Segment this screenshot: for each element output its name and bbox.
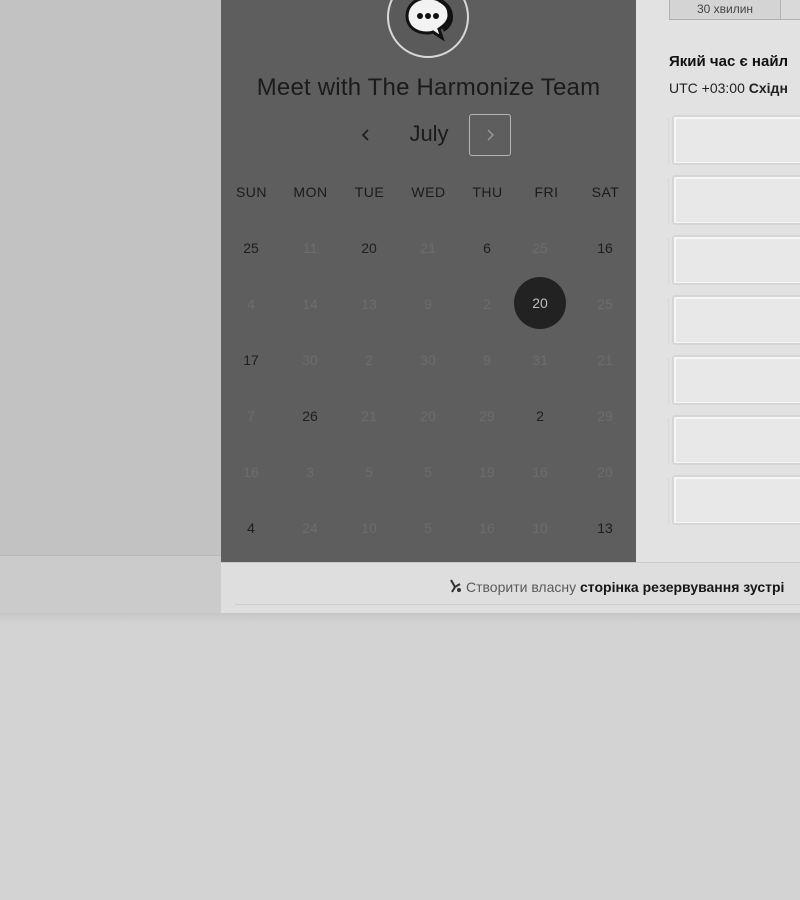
calendar-day: 30	[420, 352, 436, 368]
calendar-day: 2	[365, 352, 373, 368]
calendar-day: 20	[597, 464, 613, 480]
page-background-strip	[0, 555, 221, 614]
timezone-name: Східн	[748, 80, 788, 96]
calendar-panel: Meet with The Harmonize Team July SUN MON…	[221, 0, 636, 562]
timezone-selector[interactable]: UTC +03:00 Східн	[669, 80, 800, 96]
calendar-day: 2	[483, 296, 491, 312]
calendar-day[interactable]: 16	[578, 221, 632, 275]
calendar-day: 10	[532, 520, 548, 536]
page-title: Meet with The Harmonize Team	[256, 74, 601, 101]
calendar-day[interactable]: 6	[460, 221, 514, 275]
calendar-day: 5	[365, 464, 373, 480]
time-question: Який час є найл	[669, 53, 789, 70]
calendar-day-selected[interactable]: 20	[514, 277, 566, 329]
chat-bubble-ellipsis-icon	[387, 0, 469, 58]
calendar-day[interactable]: 25	[224, 221, 278, 275]
calendar-day: 10	[361, 520, 377, 536]
calendar-day[interactable]: 20	[342, 221, 396, 275]
booking-widget: Meet with The Harmonize Team July SUN MON…	[221, 0, 800, 613]
calendar-day: 24	[302, 520, 318, 536]
calendar-day: 14	[302, 296, 318, 312]
calendar-day: 16	[532, 464, 548, 480]
link-prefix-text: Створити власну	[466, 579, 577, 595]
page-background-left	[0, 0, 221, 555]
create-booking-page-link[interactable]: Створити власну сторінка резервування зу…	[448, 578, 784, 595]
time-slots-panel: 30 хвилин Який час є найл UTC +03:00 Схі…	[636, 0, 800, 562]
chevron-right-icon	[487, 129, 494, 141]
footer: Створити власну сторінка резервування зу…	[221, 562, 800, 613]
calendar-day: 29	[597, 408, 613, 424]
weekday-mon: MON	[293, 184, 328, 200]
weekday-tue: TUE	[354, 184, 385, 200]
calendar-day: 13	[361, 296, 377, 312]
calendar-day: 9	[483, 352, 491, 368]
footer-divider	[235, 604, 800, 605]
calendar-day: 3	[306, 464, 314, 480]
calendar-day: 21	[361, 408, 377, 424]
brand-logo-icon	[450, 579, 461, 593]
time-slot-button[interactable]	[668, 355, 800, 405]
calendar-day: 4	[247, 296, 255, 312]
calendar-day: 16	[479, 520, 495, 536]
link-bold-text: сторінка резервування зустрі	[580, 579, 785, 595]
calendar-day[interactable]: 13	[578, 501, 632, 555]
weekday-header: SUN MON TUE WED THU FRI SAT	[221, 184, 636, 204]
calendar-day[interactable]: 26	[283, 389, 337, 443]
next-month-button[interactable]	[469, 114, 511, 156]
calendar-day: 19	[479, 464, 495, 480]
calendar-day[interactable]: 17	[224, 333, 278, 387]
time-slot-button[interactable]	[668, 175, 800, 225]
weekday-sun: SUN	[235, 184, 268, 200]
time-slot-button[interactable]	[668, 295, 800, 345]
month-navigation: July	[221, 113, 636, 159]
duration-tab[interactable]: 30 хвилин	[669, 0, 781, 20]
time-slot-button[interactable]	[668, 415, 800, 465]
time-slot-button[interactable]	[668, 475, 800, 525]
weekday-fri: FRI	[534, 184, 559, 200]
calendar-day: 31	[532, 352, 548, 368]
calendar-day: 11	[302, 240, 318, 256]
calendar-day: 7	[247, 408, 255, 424]
time-slot-button[interactable]	[668, 235, 800, 285]
calendar-day[interactable]: 2	[513, 389, 567, 443]
calendar-day: 29	[479, 408, 495, 424]
calendar-day: 30	[302, 352, 318, 368]
weekday-wed: WED	[411, 184, 446, 200]
calendar-day: 25	[597, 296, 613, 312]
chevron-left-icon	[361, 129, 369, 141]
calendar-day: 5	[424, 464, 432, 480]
calendar-day: 9	[424, 296, 432, 312]
calendar-day[interactable]: 4	[224, 501, 278, 555]
calendar-day: 5	[424, 520, 432, 536]
calendar-day: 25	[532, 240, 548, 256]
calendar-day: 16	[243, 464, 259, 480]
calendar-day: 20	[420, 408, 436, 424]
calendar-day: 21	[420, 240, 436, 256]
timezone-offset: UTC +03:00	[669, 80, 745, 96]
weekday-thu: THU	[472, 184, 503, 200]
time-slot-button[interactable]	[668, 115, 800, 165]
calendar-day: 21	[597, 352, 613, 368]
duration-tab-next[interactable]	[781, 0, 800, 20]
month-label: July	[409, 121, 449, 146]
weekday-sat: SAT	[591, 184, 620, 200]
page-shadow	[0, 613, 800, 623]
previous-month-button[interactable]	[349, 113, 383, 157]
